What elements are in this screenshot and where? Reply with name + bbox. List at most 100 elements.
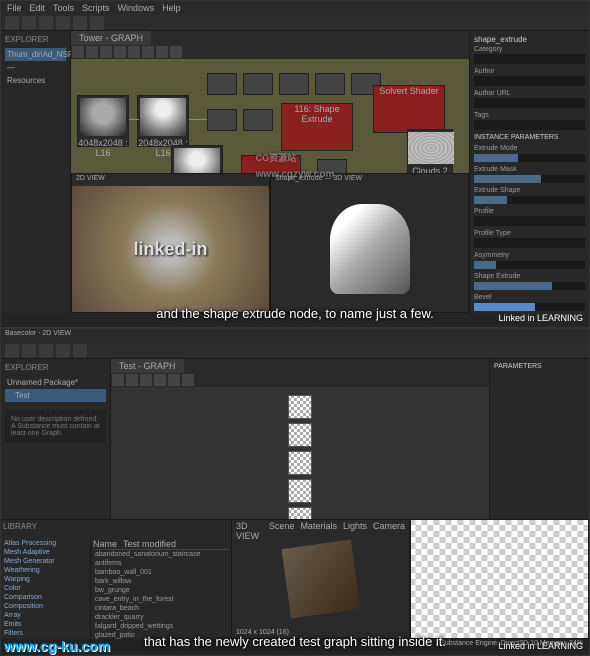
output-node[interactable] [288, 423, 312, 447]
output-node[interactable] [288, 507, 312, 519]
param-field[interactable] [474, 216, 585, 226]
new-icon[interactable] [5, 344, 19, 358]
category[interactable]: Emits [3, 620, 88, 629]
view-menu[interactable]: Lights [343, 521, 367, 531]
main-menu-bar[interactable]: File Edit Tools Scripts Windows Help [1, 1, 589, 15]
new-icon[interactable] [5, 16, 19, 30]
menu-windows[interactable]: Windows [118, 3, 155, 13]
node-shape[interactable]: 2048x2048 : L16 [137, 95, 189, 147]
graph-tool-icon[interactable] [182, 374, 194, 386]
category[interactable]: Mesh Adaptive [3, 548, 88, 557]
node-small[interactable] [243, 109, 273, 131]
param-slider[interactable] [474, 282, 585, 290]
category[interactable]: Comparison [3, 593, 88, 602]
view-menu[interactable]: Camera [373, 521, 405, 531]
tree-item[interactable]: — [5, 61, 66, 74]
graph-tool-icon[interactable] [100, 46, 112, 58]
param-field[interactable] [474, 98, 585, 108]
graph-tool-icon[interactable] [170, 46, 182, 58]
menu-edit[interactable]: Edit [30, 3, 46, 13]
node-small[interactable] [207, 73, 237, 95]
list-item[interactable]: cintara_beach [93, 604, 229, 613]
view-menu[interactable]: Scene [269, 521, 295, 531]
node-graph[interactable] [111, 387, 489, 519]
param-field[interactable] [474, 54, 585, 64]
2d-view-panel[interactable]: Basecolor - 2D VIEW [410, 519, 589, 639]
category[interactable]: Color [3, 584, 88, 593]
list-item[interactable]: bw_grunge [93, 586, 229, 595]
list-item[interactable]: abandoned_sanatorium_staircase [93, 550, 229, 559]
category[interactable]: Mesh Generator [3, 557, 88, 566]
tree-item-package[interactable]: Thum_diriAd_NSP… [5, 48, 66, 61]
2d-view-content[interactable]: linked-in [72, 186, 269, 312]
3d-view-panel[interactable]: 3D VIEW Scene Materials Lights Camera 10… [231, 519, 410, 639]
tab-tower-graph[interactable]: Tower - GRAPH [71, 31, 151, 45]
tree-package[interactable]: Unnamed Package* [5, 376, 106, 389]
open-icon[interactable] [22, 344, 36, 358]
graph-tool-icon[interactable] [128, 46, 140, 58]
output-node[interactable] [288, 479, 312, 503]
node-shape-extrude[interactable]: 116: Shape Extrude [281, 103, 353, 151]
save-icon[interactable] [39, 16, 53, 30]
graph-tool-icon[interactable] [72, 46, 84, 58]
node[interactable] [171, 145, 223, 173]
graph-tool-icon[interactable] [114, 46, 126, 58]
param-slider[interactable] [474, 154, 585, 162]
menu-tools[interactable]: Tools [53, 3, 74, 13]
graph-tool-icon[interactable] [156, 46, 168, 58]
list-item[interactable]: antifems [93, 559, 229, 568]
node-red[interactable] [241, 155, 301, 173]
graph-tool-icon[interactable] [168, 374, 180, 386]
node-small[interactable] [315, 73, 345, 95]
undo-icon[interactable] [56, 16, 70, 30]
tree-item-resources[interactable]: Resources [5, 74, 66, 87]
list-item[interactable]: drackler_quarry [93, 613, 229, 622]
param-slider[interactable] [474, 196, 585, 204]
list-item[interactable]: cave_entry_in_the_forest [93, 595, 229, 604]
tree-item-test[interactable]: Test [5, 389, 106, 402]
menu-file[interactable]: File [7, 3, 22, 13]
export-icon[interactable] [90, 16, 104, 30]
graph-tool-icon[interactable] [154, 374, 166, 386]
list-item[interactable]: falgard_dripped_wettings [93, 622, 229, 631]
view-menu[interactable]: Materials [300, 521, 337, 531]
col-modified[interactable]: Test modified [123, 539, 176, 549]
output-node[interactable] [288, 395, 312, 419]
graph-tool-icon[interactable] [126, 374, 138, 386]
graph-tool-icon[interactable] [140, 374, 152, 386]
output-node[interactable] [288, 451, 312, 475]
node-small[interactable] [279, 73, 309, 95]
list-item[interactable]: bamboo_wall_001 [93, 568, 229, 577]
graph-tool-icon[interactable] [142, 46, 154, 58]
redo-icon[interactable] [73, 16, 87, 30]
node-small[interactable] [243, 73, 273, 95]
param-slider[interactable] [474, 175, 585, 183]
node-solvert[interactable]: Solvert Shader [373, 85, 445, 133]
node-small[interactable] [317, 159, 347, 173]
param-field[interactable] [474, 76, 585, 86]
redo-icon[interactable] [73, 344, 87, 358]
param-field[interactable] [474, 120, 585, 130]
category[interactable]: Atlas Processing [3, 539, 88, 548]
graph-tool-icon[interactable] [86, 46, 98, 58]
category[interactable]: Warping [3, 575, 88, 584]
param-slider[interactable] [474, 261, 585, 269]
list-item[interactable]: bark_willow [93, 577, 229, 586]
3d-view-content[interactable] [271, 186, 468, 312]
graph-tool-icon[interactable] [112, 374, 124, 386]
param-field[interactable] [474, 238, 585, 248]
menu-help[interactable]: Help [162, 3, 181, 13]
save-icon[interactable] [39, 344, 53, 358]
node-small[interactable] [207, 109, 237, 131]
category[interactable]: Composition [3, 602, 88, 611]
undo-icon[interactable] [56, 344, 70, 358]
category[interactable]: Array [3, 611, 88, 620]
node-tower[interactable]: 4048x2048 : L16 [77, 95, 129, 147]
tab-test-graph[interactable]: Test - GRAPH [111, 359, 184, 373]
col-name[interactable]: Name [93, 539, 117, 549]
category[interactable]: Weathering [3, 566, 88, 575]
node-clouds[interactable]: Clouds 2 [407, 129, 453, 173]
open-icon[interactable] [22, 16, 36, 30]
node-graph[interactable]: 4048x2048 : L16 2048x2048 : L16 116: Sha… [71, 59, 469, 173]
menu-scripts[interactable]: Scripts [82, 3, 110, 13]
